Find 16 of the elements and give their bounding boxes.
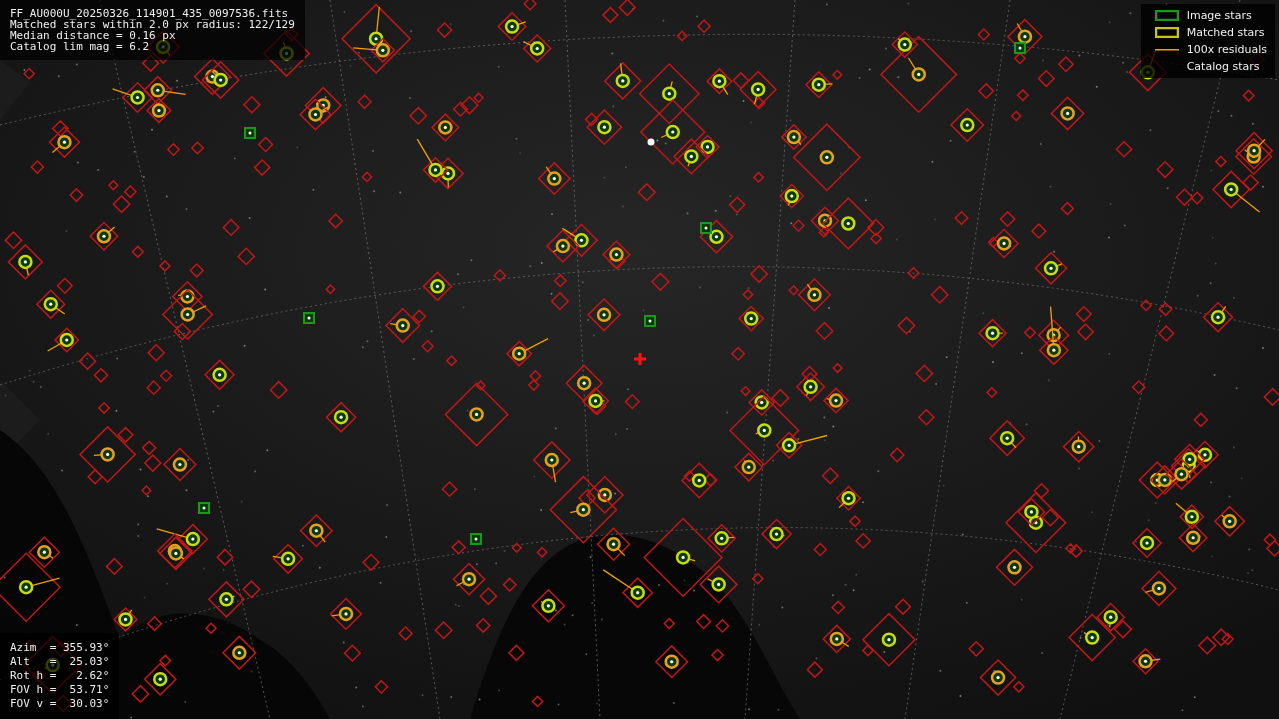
info-text: Median distance = 0.16 px xyxy=(10,30,176,41)
pointing-text: FOV v = 30.03° xyxy=(10,697,110,711)
pointing-text: Azim = 355.93° xyxy=(10,641,110,655)
info-text: Catalog lim mag = 6.2 xyxy=(10,41,151,52)
pointing-text: Rot h = 2.62° xyxy=(10,669,110,683)
legend-label: Matched stars xyxy=(1186,26,1265,39)
image-star-swatch-icon xyxy=(1154,10,1179,21)
legend-label: Image stars xyxy=(1186,9,1252,22)
info-text: FF_AU000U_20250326_114901_435_0097536.fits xyxy=(10,8,290,19)
pointing-text: Alt = 25.03° xyxy=(10,655,110,669)
legend-label: 100x residuals xyxy=(1186,43,1267,56)
pointing-text: FOV h = 53.71° xyxy=(10,683,110,697)
legend-label: Catalog stars xyxy=(1186,60,1260,73)
matched-star-swatch-icon xyxy=(1154,27,1179,38)
residual-line-icon xyxy=(1154,48,1179,51)
info-text: Matched stars within 2.0 px radius: 122/129 xyxy=(10,19,295,30)
